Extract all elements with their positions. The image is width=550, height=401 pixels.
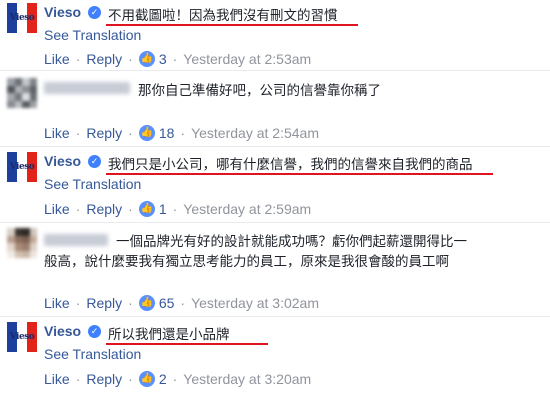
vieso-avatar[interactable]: Vieso: [7, 3, 37, 33]
like-link[interactable]: Like: [44, 51, 70, 67]
comment-actions: Like · Reply · 👍 18 · Yesterday at 2:54a…: [44, 125, 319, 141]
vieso-avatar[interactable]: Vieso: [7, 152, 37, 182]
separator-dot: ·: [172, 51, 178, 67]
reaction-count[interactable]: 65: [159, 295, 175, 311]
comment-timestamp[interactable]: Yesterday at 2:53am: [183, 51, 311, 67]
comment-actions: Like · Reply · 👍 3 · Yesterday at 2:53am: [44, 51, 311, 67]
red-underline: [106, 173, 493, 175]
comment-text-line-1: 一個品牌光有好的設計就能成功嗎？虧你們起薪還開得比一: [116, 234, 467, 250]
like-reaction-icon[interactable]: 👍: [138, 51, 155, 67]
like-link[interactable]: Like: [44, 371, 70, 387]
separator-dot: ·: [172, 201, 178, 217]
like-reaction-icon[interactable]: 👍: [138, 295, 155, 311]
red-underline: [106, 343, 268, 345]
comment-timestamp[interactable]: Yesterday at 3:02am: [191, 295, 319, 311]
comment-author[interactable]: Vieso: [44, 323, 81, 339]
separator-dot: ·: [128, 295, 133, 311]
comment-actions: Like · Reply · 👍 1 · Yesterday at 2:59am: [44, 201, 311, 217]
see-translation-link[interactable]: See Translation: [44, 176, 141, 192]
separator-dot: ·: [180, 295, 186, 311]
comment-timestamp[interactable]: Yesterday at 3:20am: [183, 371, 311, 387]
vieso-avatar[interactable]: Vieso: [7, 322, 37, 352]
separator-dot: ·: [75, 201, 81, 217]
like-reaction-icon[interactable]: 👍: [138, 125, 155, 141]
comment-timestamp[interactable]: Yesterday at 2:54am: [191, 125, 319, 141]
comment-author[interactable]: Vieso: [44, 153, 81, 169]
separator-dot: ·: [128, 371, 133, 387]
comment-text: 我們只是小公司，哪有什麼信譽，我們的信譽來自我們的商品: [108, 157, 473, 173]
blurred-avatar[interactable]: [7, 228, 37, 258]
like-link[interactable]: Like: [44, 125, 70, 141]
separator-dot: ·: [180, 125, 186, 141]
comment-text: 不用截圖啦！因為我們沒有刪文的習慣: [108, 8, 338, 24]
comment-divider: [0, 146, 550, 147]
separator-dot: ·: [75, 125, 81, 141]
comment-divider: [0, 316, 550, 317]
reply-link[interactable]: Reply: [86, 371, 122, 387]
redacted-author-name: [44, 234, 108, 246]
verified-badge-icon: ✓: [88, 325, 101, 338]
separator-dot: ·: [75, 371, 81, 387]
reply-link[interactable]: Reply: [86, 51, 122, 67]
separator-dot: ·: [75, 295, 81, 311]
separator-dot: ·: [75, 51, 81, 67]
like-reaction-icon[interactable]: 👍: [138, 371, 155, 387]
separator-dot: ·: [172, 371, 178, 387]
comment-text: 所以我們還是小品牌: [108, 327, 230, 343]
like-reaction-icon[interactable]: 👍: [138, 201, 155, 217]
like-link[interactable]: Like: [44, 201, 70, 217]
separator-dot: ·: [128, 51, 133, 67]
reply-link[interactable]: Reply: [86, 201, 122, 217]
comment-timestamp[interactable]: Yesterday at 2:59am: [183, 201, 311, 217]
comment-actions: Like · Reply · 👍 65 · Yesterday at 3:02a…: [44, 295, 319, 311]
reply-link[interactable]: Reply: [86, 125, 122, 141]
reply-link[interactable]: Reply: [86, 295, 122, 311]
reaction-count[interactable]: 3: [159, 51, 167, 67]
separator-dot: ·: [128, 125, 133, 141]
comment-actions: Like · Reply · 👍 2 · Yesterday at 3:20am: [44, 371, 311, 387]
redacted-author-name: [44, 82, 130, 94]
separator-dot: ·: [128, 201, 133, 217]
see-translation-link[interactable]: See Translation: [44, 346, 141, 362]
like-link[interactable]: Like: [44, 295, 70, 311]
blurred-avatar[interactable]: [7, 78, 37, 108]
reaction-count[interactable]: 1: [159, 201, 167, 217]
comment-author[interactable]: Vieso: [44, 4, 81, 20]
reaction-count[interactable]: 2: [159, 371, 167, 387]
comment-divider: [0, 222, 550, 223]
verified-badge-icon: ✓: [88, 155, 101, 168]
comment-divider: [0, 70, 550, 71]
comment-text-line-2: 般高，說什麼要我有獨立思考能力的員工，原來是我很會酸的員工啊: [44, 254, 449, 270]
red-underline: [106, 24, 358, 26]
comment-text: 那你自己準備好吧，公司的信譽靠你稱了: [138, 83, 381, 99]
reaction-count[interactable]: 18: [159, 125, 175, 141]
see-translation-link[interactable]: See Translation: [44, 27, 141, 43]
verified-badge-icon: ✓: [88, 6, 101, 19]
